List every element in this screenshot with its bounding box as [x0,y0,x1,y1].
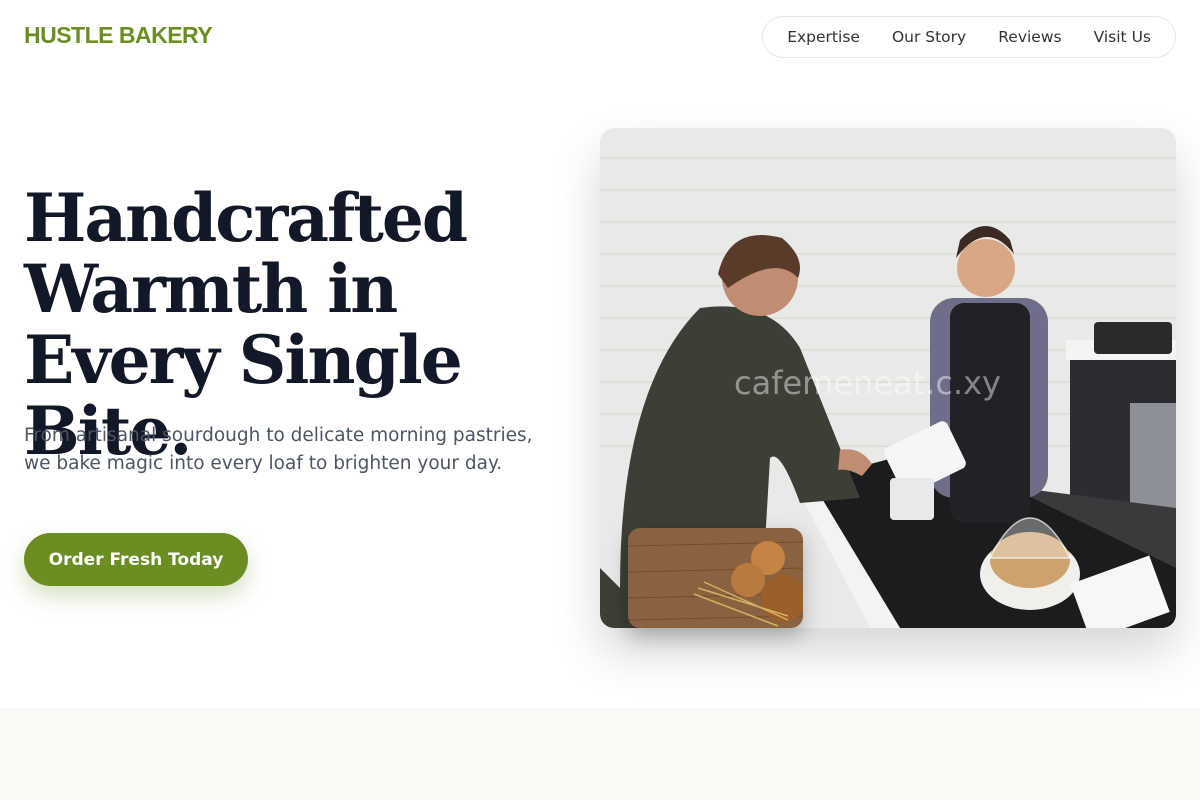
order-fresh-button[interactable]: Order Fresh Today [24,533,248,586]
nav-item-reviews[interactable]: Reviews [982,28,1077,46]
next-section [0,708,1200,800]
image-watermark: cafemeneat.c.xy [734,364,1001,402]
brand-logo[interactable]: HUSTLE BAKERY [24,22,213,49]
bread-loaves-photo [628,528,803,628]
nav-item-visit-us[interactable]: Visit Us [1078,28,1167,46]
hero-subtitle: From artisanal sourdough to delicate mor… [24,425,533,474]
nav-item-expertise[interactable]: Expertise [771,28,876,46]
nav-item-our-story[interactable]: Our Story [876,28,982,46]
site-header: HUSTLE BAKERY Expertise Our Story Review… [0,0,1200,76]
main-nav: Expertise Our Story Reviews Visit Us [762,16,1176,58]
